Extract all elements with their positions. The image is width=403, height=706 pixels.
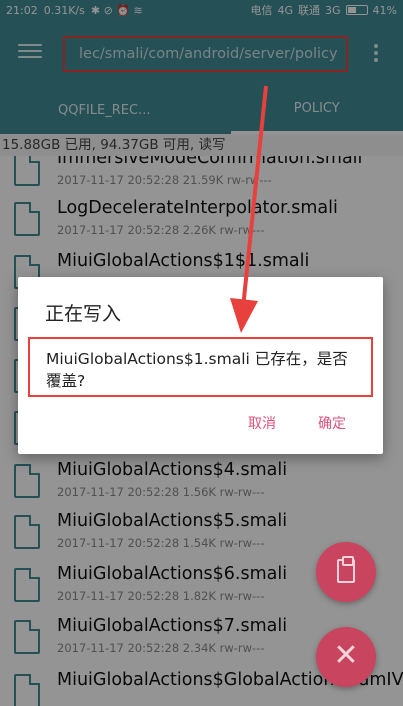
close-fab-button[interactable]: ✕ xyxy=(316,627,376,687)
dialog-message: MiuiGlobalActions$1.smali 已存在，是否覆盖? xyxy=(28,337,373,397)
dialog-title: 正在写入 xyxy=(45,303,122,325)
paste-fab-button[interactable] xyxy=(316,542,376,602)
clipboard-icon xyxy=(337,556,355,583)
close-icon: ✕ xyxy=(333,638,359,673)
overwrite-dialog: 正在写入 MiuiGlobalActions$1.smali 已存在，是否覆盖?… xyxy=(18,277,383,454)
confirm-button[interactable]: 确定 xyxy=(318,413,346,433)
cancel-button[interactable]: 取消 xyxy=(248,413,276,433)
